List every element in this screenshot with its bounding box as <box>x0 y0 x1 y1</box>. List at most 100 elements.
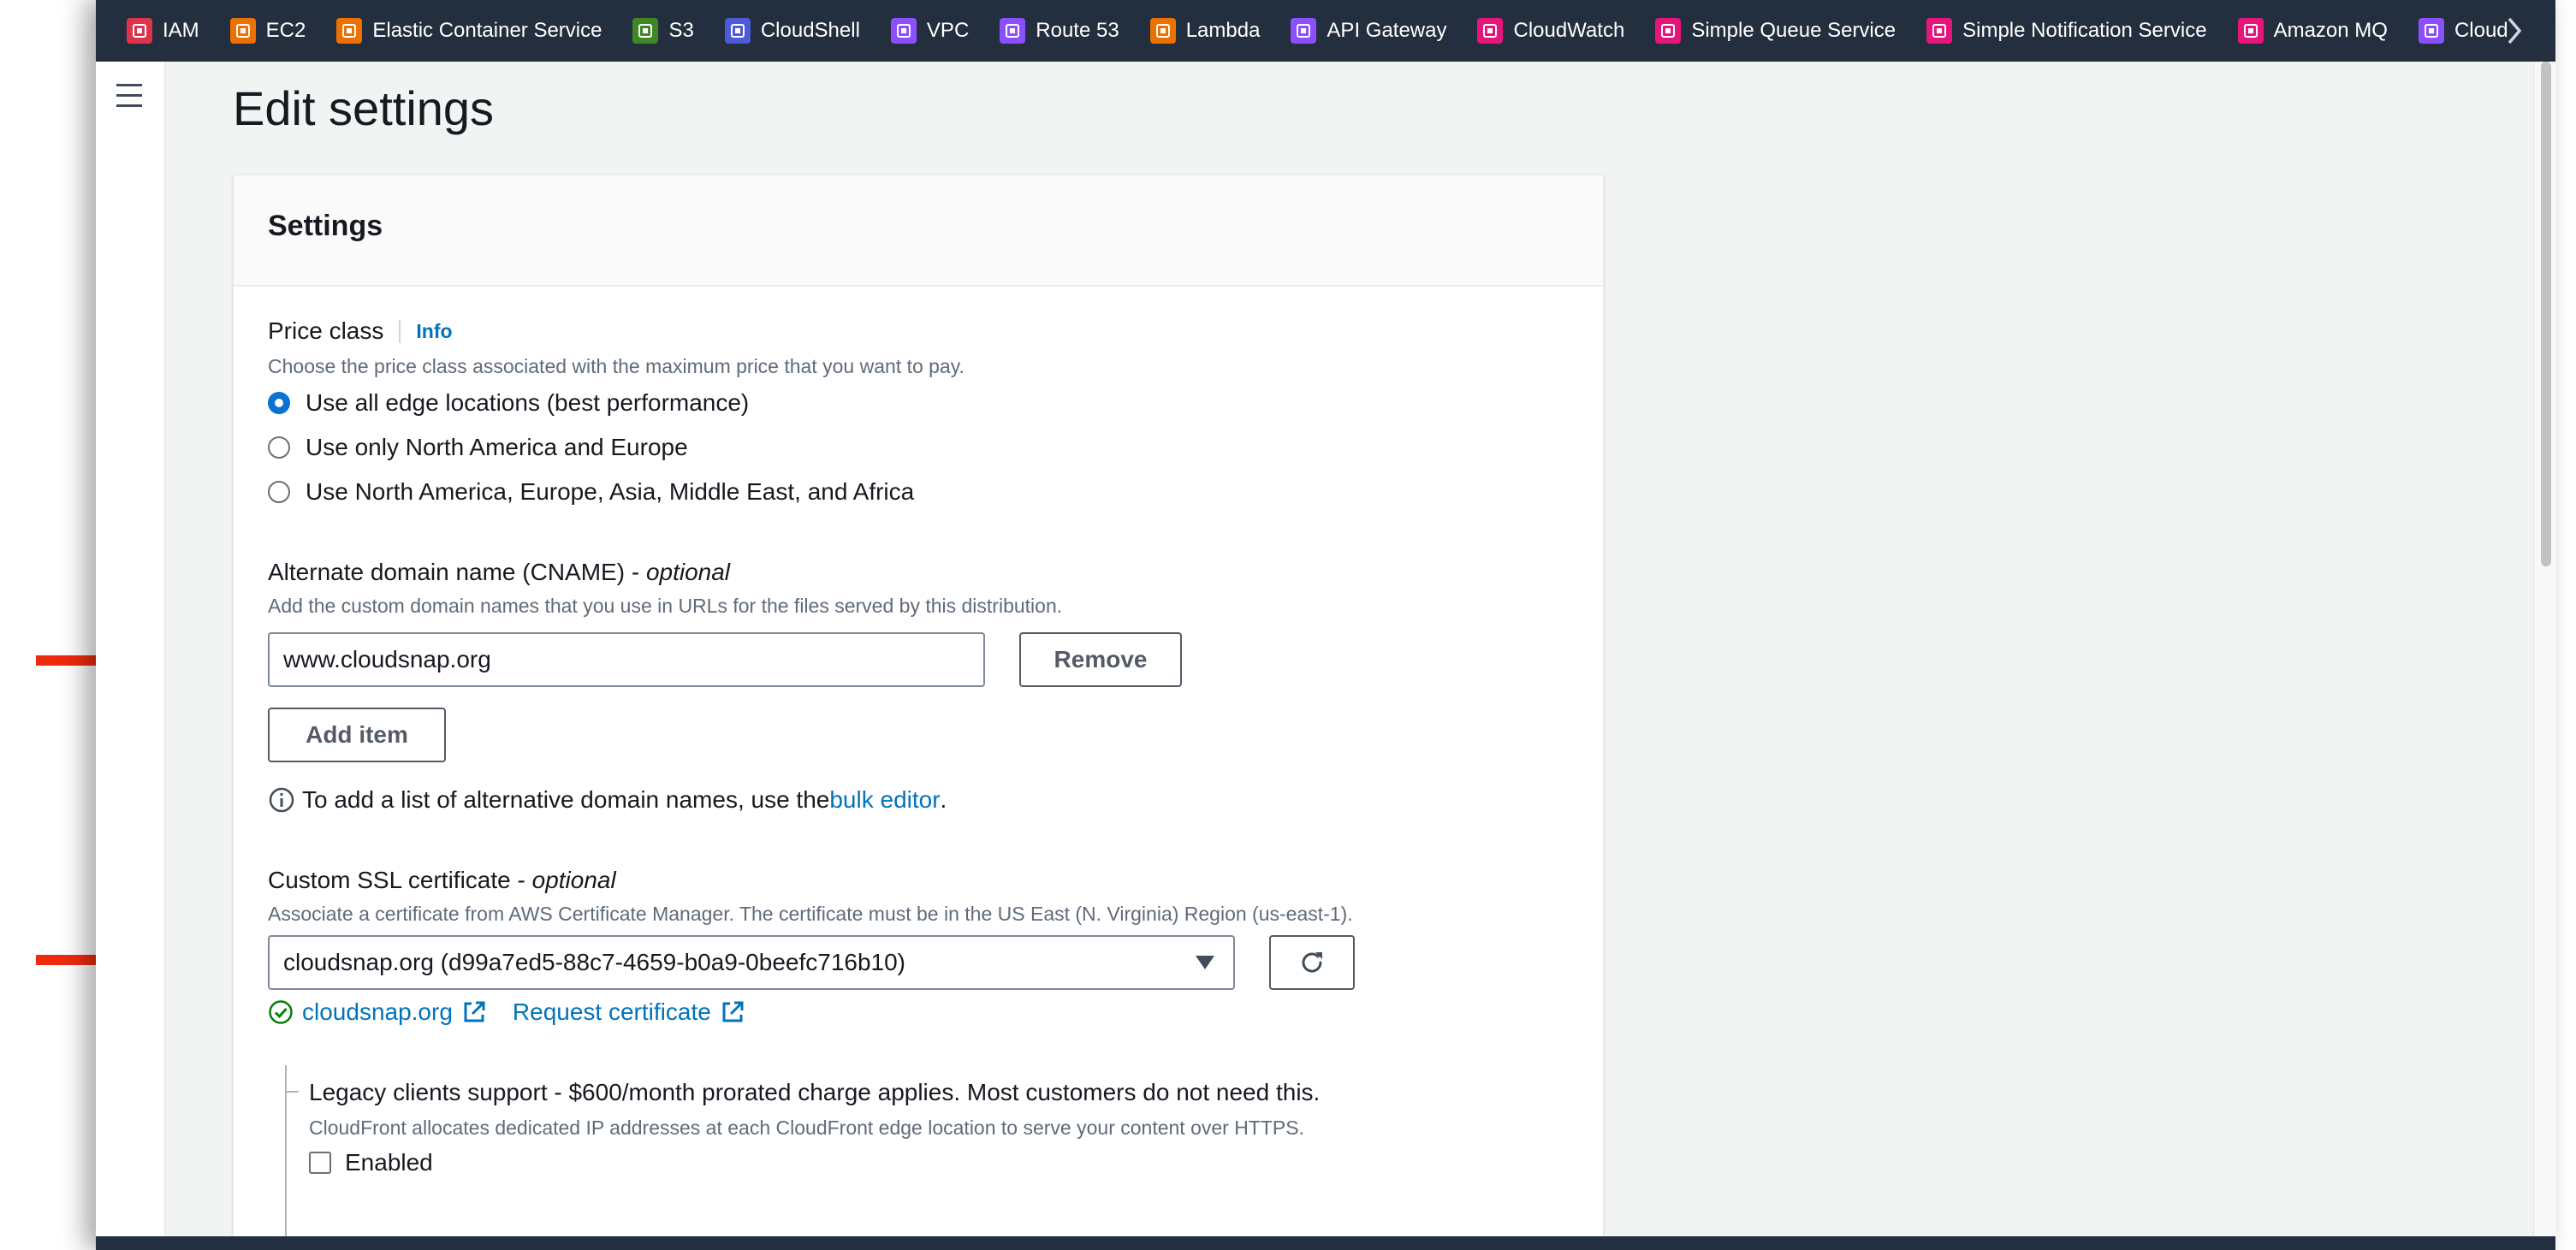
bulk-hint-text: To add a list of alternative domain name… <box>302 786 830 813</box>
enabled-checkbox[interactable] <box>309 1152 331 1174</box>
legacy-clients-description: CloudFront allocates dedicated IP addres… <box>309 1117 1304 1139</box>
menu-icon[interactable] <box>116 84 145 108</box>
cloudfront-icon <box>2418 18 2444 44</box>
favorite-iam[interactable]: IAM <box>127 18 199 44</box>
bulk-hint-suffix: . <box>940 786 947 813</box>
favorite-sns[interactable]: Simple Notification Service <box>1926 18 2207 44</box>
favorite-label: Simple Queue Service <box>1691 19 1896 42</box>
price-class-option-na-eu-asia[interactable]: Use North America, Europe, Asia, Middle … <box>268 478 914 506</box>
sns-icon <box>1926 18 1953 44</box>
scrollbar[interactable] <box>2533 62 2555 1250</box>
price-class-option-na-eu[interactable]: Use only North America and Europe <box>268 434 688 461</box>
favorite-s3[interactable]: S3 <box>632 18 694 44</box>
price-class-label: Price class <box>268 317 384 344</box>
favorite-cloudfront[interactable]: Cloud <box>2418 18 2508 44</box>
favorite-cloudshell[interactable]: CloudShell <box>724 18 860 44</box>
cname-label-text: Alternate domain name (CNAME) - <box>268 559 646 585</box>
favorite-cloudwatch[interactable]: CloudWatch <box>1477 18 1624 44</box>
s3-icon <box>632 18 659 44</box>
ssl-status-row: cloudsnap.org Request certificate <box>268 998 745 1026</box>
cname-description: Add the custom domain names that you use… <box>268 595 1063 617</box>
favorite-label: CloudShell <box>760 19 860 42</box>
ssl-label-text: Custom SSL certificate - <box>268 867 532 893</box>
external-link-icon[interactable] <box>720 999 745 1025</box>
favorite-label: API Gateway <box>1327 19 1447 42</box>
add-item-button[interactable]: Add item <box>268 708 446 762</box>
price-class-description: Choose the price class associated with t… <box>268 355 965 377</box>
bulk-editor-hint: To add a list of alternative domain name… <box>268 786 947 814</box>
ssl-label: Custom SSL certificate - optional <box>268 867 616 894</box>
external-link-icon[interactable] <box>461 999 487 1025</box>
remove-button[interactable]: Remove <box>1019 632 1182 687</box>
section-divider-tick <box>285 1091 299 1093</box>
radio-button-selected[interactable] <box>268 392 290 414</box>
scrollbar-thumb[interactable] <box>2541 62 2551 566</box>
ec2-icon <box>229 18 256 44</box>
favorite-route53[interactable]: Route 53 <box>1000 18 1119 44</box>
cname-label: Alternate domain name (CNAME) - optional <box>268 559 730 586</box>
bulk-editor-link[interactable]: bulk editor <box>829 786 940 814</box>
favorite-vpc[interactable]: VPC <box>890 18 970 44</box>
api-gateway-icon <box>1291 18 1317 44</box>
cname-optional-text: optional <box>645 559 731 585</box>
route53-icon <box>1000 18 1026 44</box>
ecs-icon <box>336 18 363 44</box>
chevron-right-icon[interactable] <box>2504 15 2525 46</box>
request-certificate-link[interactable]: Request certificate <box>513 998 711 1026</box>
favorite-lambda[interactable]: Lambda <box>1149 18 1261 44</box>
vpc-icon <box>890 18 917 44</box>
radio-label: Use only North America and Europe <box>306 434 688 460</box>
favorite-label: Lambda <box>1185 19 1261 42</box>
iam-icon <box>127 18 152 44</box>
ssl-optional-text: optional <box>531 867 616 893</box>
favorite-label: Route 53 <box>1036 19 1119 42</box>
price-class-option-all[interactable]: Use all edge locations (best performance… <box>268 389 749 417</box>
browser-window: IAM EC2 Elastic Container Service S3 CloudSh… <box>96 0 2555 1250</box>
info-icon <box>269 787 294 813</box>
favorite-label: VPC <box>926 19 970 42</box>
cname-input-value: www.cloudsnap.org <box>283 646 491 672</box>
ssl-certificate-select[interactable]: cloudsnap.org (d99a7ed5-88c7-4659-b0a9-0… <box>268 935 1235 990</box>
bottom-bar <box>96 1236 2555 1250</box>
caret-down-icon <box>1196 956 1214 969</box>
favorite-label: Amazon MQ <box>2273 19 2388 42</box>
favorite-label: Cloud <box>2454 19 2508 42</box>
ssl-selected-value: cloudsnap.org (d99a7ed5-88c7-4659-b0a9-0… <box>283 949 906 975</box>
settings-header: Settings <box>234 175 1603 287</box>
favorite-label: S3 <box>668 19 694 42</box>
legacy-clients-label: Legacy clients support - $600/month pror… <box>309 1079 1321 1105</box>
amazon-mq-icon <box>2237 18 2264 44</box>
favorite-label: CloudWatch <box>1513 19 1625 42</box>
radio-button[interactable] <box>268 481 290 503</box>
cname-input[interactable]: www.cloudsnap.org <box>268 632 985 687</box>
lambda-icon <box>1149 18 1176 44</box>
legacy-enabled-checkbox-row[interactable]: Enabled <box>309 1149 433 1176</box>
sqs-icon <box>1655 18 1682 44</box>
price-class-label-row: Price class Info <box>268 317 453 345</box>
cloudwatch-icon <box>1477 18 1504 44</box>
favorite-api-gateway[interactable]: API Gateway <box>1291 18 1446 44</box>
certificate-link[interactable]: cloudsnap.org <box>302 998 453 1026</box>
favorite-label: Simple Notification Service <box>1962 19 2207 42</box>
ssl-description: Associate a certificate from AWS Certifi… <box>268 903 1353 925</box>
settings-container: Settings Price class Info Choose the pri… <box>233 175 1604 1250</box>
favorite-label: EC2 <box>265 19 306 42</box>
favorite-amazon-mq[interactable]: Amazon MQ <box>2237 18 2388 44</box>
status-success-icon <box>269 1000 293 1024</box>
page-title: Edit settings <box>233 81 495 135</box>
favorite-ec2[interactable]: EC2 <box>229 18 306 44</box>
favorite-ecs[interactable]: Elastic Container Service <box>336 18 602 44</box>
refresh-button[interactable] <box>1269 935 1355 990</box>
price-class-info-link[interactable]: Info <box>399 319 453 343</box>
favorite-label: IAM <box>163 19 199 42</box>
legacy-clients-section: Legacy clients support - $600/month pror… <box>268 1065 1586 1250</box>
side-navigation <box>96 62 166 1250</box>
radio-button[interactable] <box>268 436 290 459</box>
refresh-icon <box>1302 952 1322 973</box>
favorite-sqs[interactable]: Simple Queue Service <box>1655 18 1896 44</box>
favorite-label: Elastic Container Service <box>372 19 602 42</box>
radio-label: Use all edge locations (best performance… <box>306 389 750 416</box>
radio-label: Use North America, Europe, Asia, Middle … <box>306 478 915 505</box>
enabled-checkbox-label: Enabled <box>345 1149 433 1176</box>
settings-title: Settings <box>268 210 383 242</box>
